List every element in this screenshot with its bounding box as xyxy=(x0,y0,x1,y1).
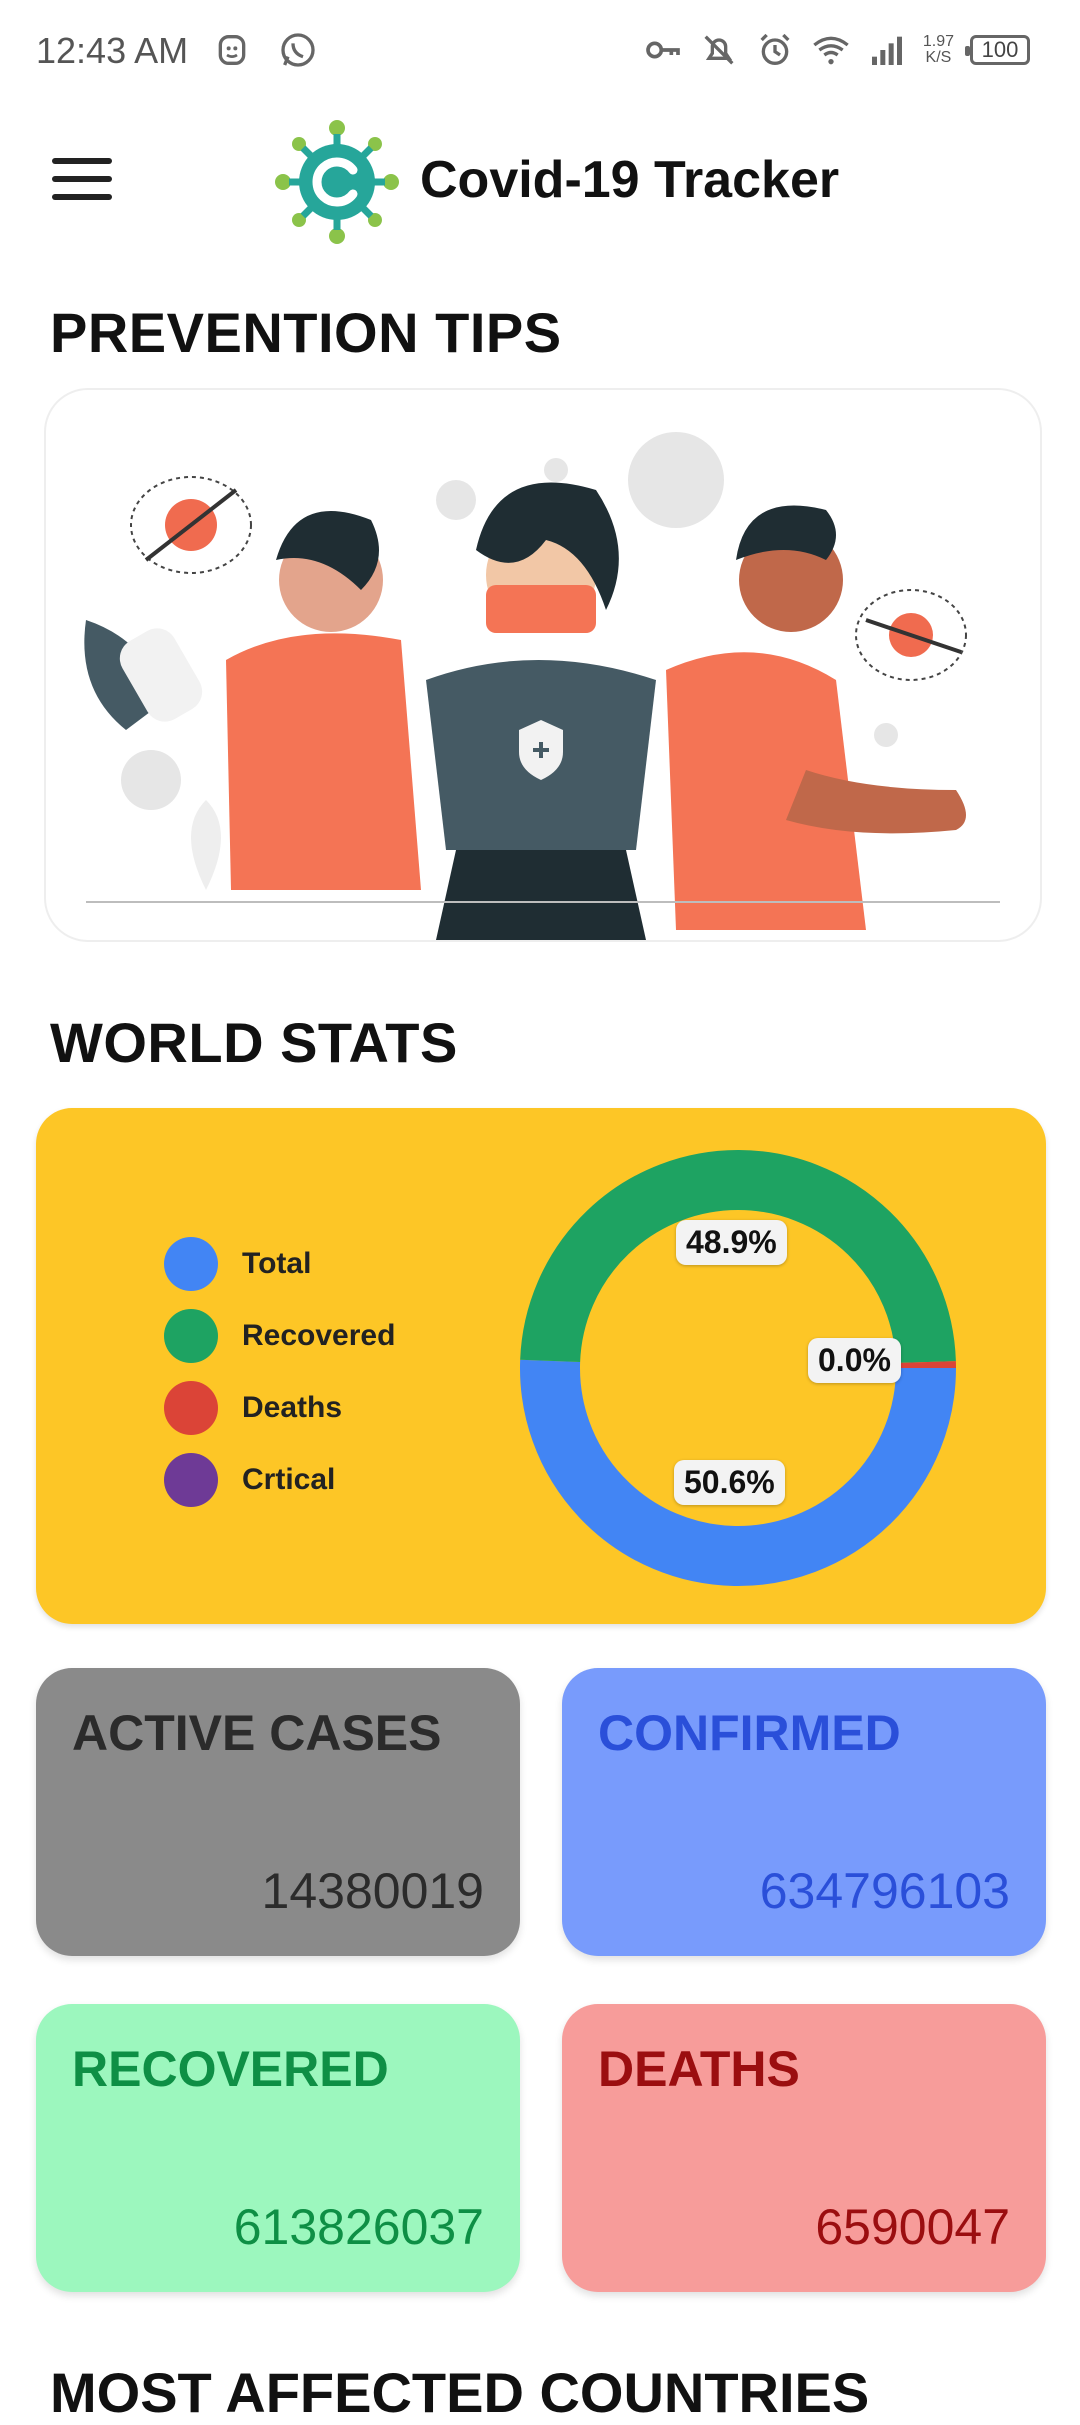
active-cases-label: ACTIVE CASES xyxy=(72,1704,442,1762)
legend-label: Crtical xyxy=(242,1463,335,1497)
world-stats-heading: WORLD STATS xyxy=(50,1010,458,1075)
donut-slice-recovered[interactable] xyxy=(550,1180,926,1362)
donut-slice-total[interactable] xyxy=(550,1361,926,1556)
deaths-value: 6590047 xyxy=(815,2198,1010,2256)
wifi-icon xyxy=(811,30,851,70)
signal-icon xyxy=(867,30,907,70)
chart-legend: Total Recovered Deaths Crtical xyxy=(164,1228,395,1516)
legend-dot xyxy=(164,1237,218,1291)
legend-item-recovered: Recovered xyxy=(164,1300,395,1372)
battery-level: 100 xyxy=(982,37,1019,63)
slice-label-recovered: 48.9% xyxy=(676,1220,787,1265)
recovered-value: 613826037 xyxy=(234,2198,484,2256)
prevention-tips-illustration[interactable] xyxy=(44,388,1042,942)
alarm-icon xyxy=(755,30,795,70)
slice-label-total: 50.6% xyxy=(674,1460,785,1505)
battery-icon: 100 xyxy=(970,35,1030,65)
status-bar: 12:43 AM 1.97 K/S 100 xyxy=(0,0,1080,110)
recovered-label: RECOVERED xyxy=(72,2040,389,2098)
status-time: 12:43 AM xyxy=(36,30,188,72)
app-bar: Covid-19 Tracker xyxy=(0,110,1080,255)
app-title: Covid-19 Tracker xyxy=(420,150,839,210)
active-cases-value: 14380019 xyxy=(262,1862,484,1920)
legend-dot xyxy=(164,1381,218,1435)
legend-label: Recovered xyxy=(242,1319,395,1353)
legend-label: Deaths xyxy=(242,1391,342,1425)
world-stats-card: Total Recovered Deaths Crtical 48.9% 0.0… xyxy=(36,1108,1046,1624)
menu-icon[interactable] xyxy=(52,158,112,204)
confirmed-value: 634796103 xyxy=(760,1862,1010,1920)
virus-crossed-icon xyxy=(131,477,251,573)
virus-logo-icon xyxy=(275,120,399,244)
whatsapp-icon xyxy=(278,30,318,70)
legend-item-deaths: Deaths xyxy=(164,1372,395,1444)
notifications-off-icon xyxy=(699,30,739,70)
network-speed: 1.97 K/S xyxy=(923,34,954,66)
most-affected-heading: MOST AFFECTED COUNTRIES xyxy=(50,2360,869,2425)
recovered-card[interactable]: RECOVERED 613826037 xyxy=(36,2004,520,2292)
legend-item-total: Total xyxy=(164,1228,395,1300)
face-unlock-icon xyxy=(212,30,252,70)
confirmed-card[interactable]: CONFIRMED 634796103 xyxy=(562,1668,1046,1956)
confirmed-label: CONFIRMED xyxy=(598,1704,901,1762)
vpn-key-icon xyxy=(643,30,683,70)
deaths-card[interactable]: DEATHS 6590047 xyxy=(562,2004,1046,2292)
active-cases-card[interactable]: ACTIVE CASES 14380019 xyxy=(36,1668,520,1956)
legend-dot xyxy=(164,1309,218,1363)
legend-label: Total xyxy=(242,1247,311,1281)
legend-item-critical: Crtical xyxy=(164,1444,395,1516)
legend-dot xyxy=(164,1453,218,1507)
deaths-label: DEATHS xyxy=(598,2040,800,2098)
slice-label-deaths: 0.0% xyxy=(808,1338,901,1383)
prevention-tips-heading: PREVENTION TIPS xyxy=(50,300,562,365)
